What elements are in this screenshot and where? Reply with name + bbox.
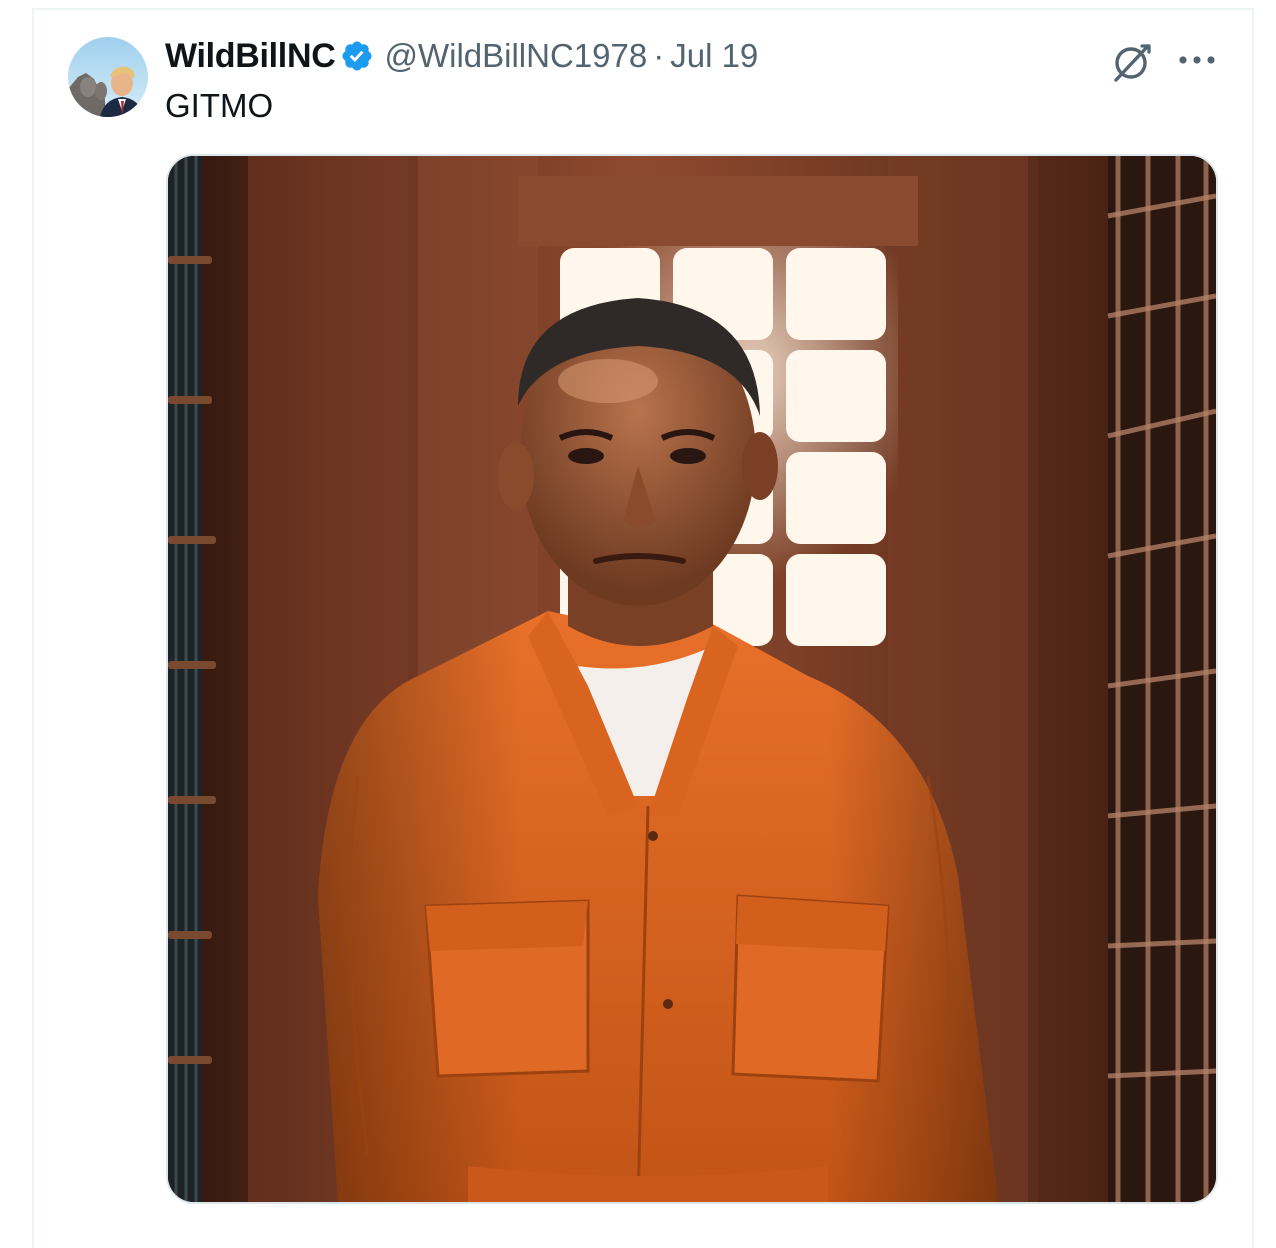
separator-dot: · (653, 37, 665, 74)
tweet-media-photo[interactable] (166, 154, 1218, 1204)
author-handle[interactable]: @WildBillNC1978 (384, 37, 647, 75)
grok-icon[interactable] (1108, 40, 1154, 86)
tweet[interactable]: WildBillNC @WildBillNC1978 · Jul 19 GITM… (0, 0, 1276, 1232)
avatar[interactable] (68, 37, 148, 117)
tweet-date[interactable]: Jul 19 (670, 37, 758, 75)
verified-badge-icon (340, 39, 374, 73)
author-display-name[interactable]: WildBillNC (165, 37, 336, 76)
photo-illustration (168, 156, 1216, 1202)
tweet-header: WildBillNC @WildBillNC1978 · Jul 19 (165, 32, 758, 80)
more-icon[interactable] (1176, 44, 1218, 76)
tweet-text: GITMO (165, 87, 274, 124)
